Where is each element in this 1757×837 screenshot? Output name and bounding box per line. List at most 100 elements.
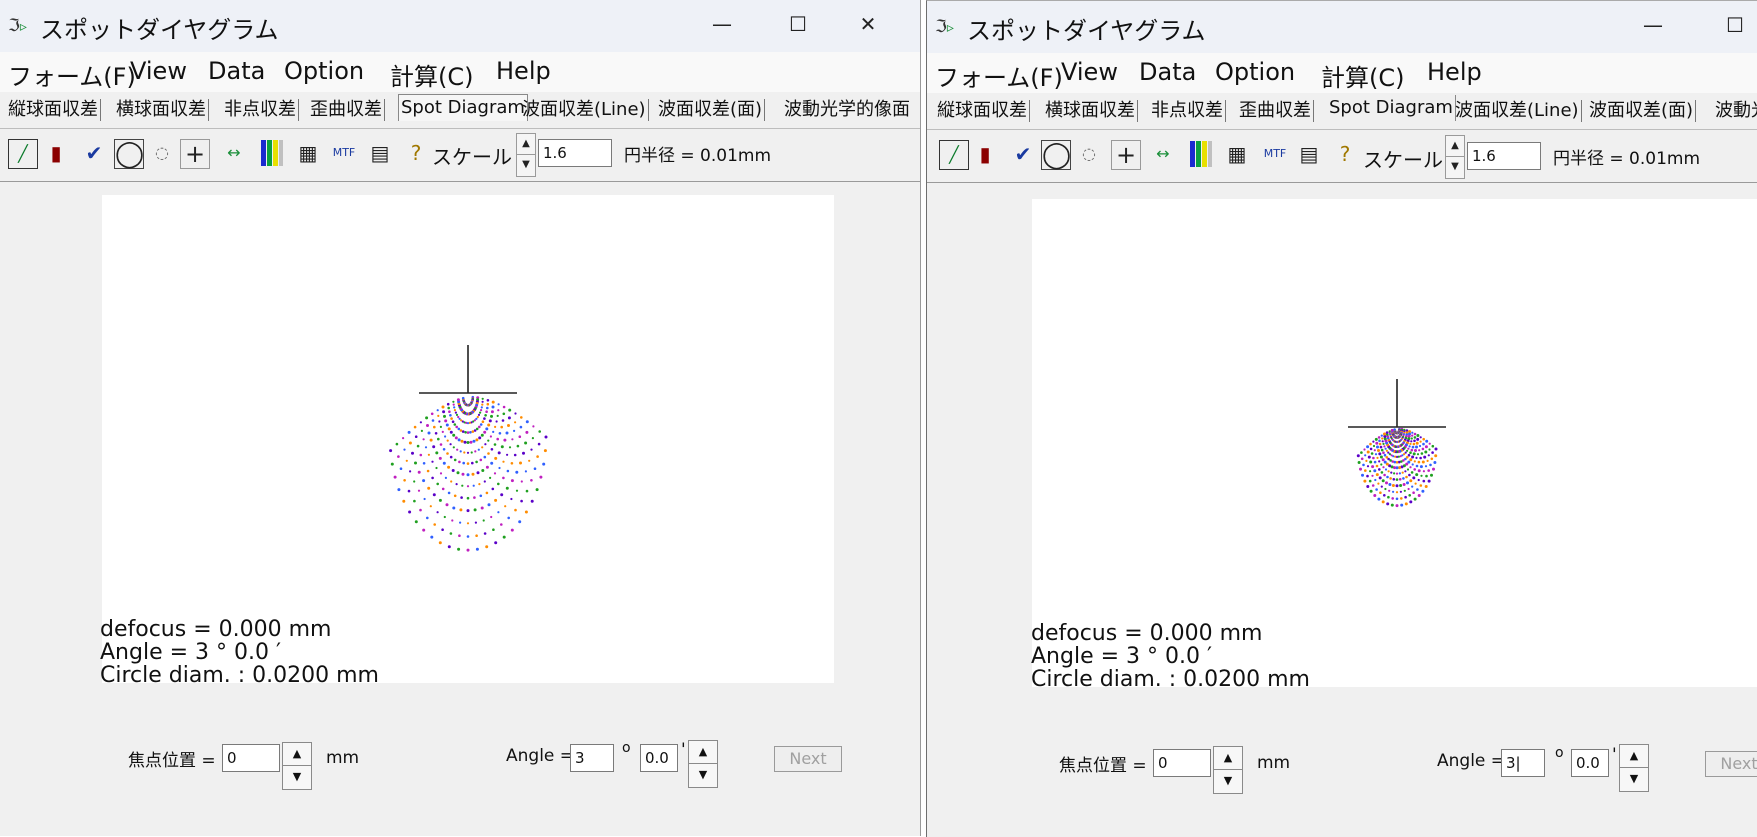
spot-point <box>505 431 509 435</box>
focus-position-spinner[interactable]: ▲ ▼ <box>1213 746 1243 794</box>
pencil-check-icon[interactable]: ✔ <box>1009 140 1037 168</box>
angle-spinner[interactable]: ▲ ▼ <box>688 740 718 788</box>
scale-input[interactable] <box>1467 142 1541 170</box>
scale-spinner[interactable]: ▲ ▼ <box>1445 135 1465 179</box>
calculator-icon[interactable]: ▤ <box>366 139 394 167</box>
focus-position-input[interactable] <box>1153 749 1211 777</box>
mtf-icon[interactable]: MTF <box>1261 140 1289 168</box>
tab-wavefront-line[interactable]: 波面収差(Line) <box>1453 100 1582 122</box>
spot-point <box>514 421 517 424</box>
maximize-button[interactable]: ☐ <box>776 6 820 42</box>
tab-astigmatism[interactable]: 非点収差 <box>222 99 299 121</box>
tab-wavefront-surface[interactable]: 波面収差(面) <box>1587 100 1697 122</box>
tab-transverse-spherical[interactable]: 横球面収差 <box>114 99 209 121</box>
menu-view[interactable]: View <box>130 57 187 85</box>
angle-degree-input[interactable] <box>570 744 614 772</box>
title-bar[interactable]: ℑ▹ スポットダイヤグラム — ☐ ✕ <box>0 0 920 52</box>
tab-wave-optical-image[interactable]: 波動光 <box>1713 100 1757 122</box>
spot-point <box>502 460 505 463</box>
small-circle-icon[interactable]: ◌ <box>148 139 176 167</box>
tab-distortion[interactable]: 歪曲収差 <box>308 99 385 121</box>
tab-longitudinal-spherical[interactable]: 縦球面収差 <box>935 100 1030 122</box>
spot-point <box>460 496 463 499</box>
menu-option[interactable]: Option <box>1215 58 1295 86</box>
spot-point <box>1427 454 1430 457</box>
tab-spot-diagram[interactable]: Spot Diagram <box>1327 95 1456 121</box>
tab-astigmatism[interactable]: 非点収差 <box>1149 100 1226 122</box>
spot-point <box>544 435 548 439</box>
menu-option[interactable]: Option <box>284 57 364 85</box>
spot-point <box>1394 455 1397 458</box>
angle-readout: Angle = 3 ° 0.0 ′ <box>1031 644 1212 669</box>
small-circle-icon[interactable]: ◌ <box>1075 140 1103 168</box>
menu-help[interactable]: Help <box>496 57 551 85</box>
angle-degree-input[interactable] <box>1501 749 1545 777</box>
spot-point <box>481 400 484 403</box>
spot-point <box>479 411 482 414</box>
menu-form[interactable]: フォーム(F) <box>935 58 1063 93</box>
menu-form[interactable]: フォーム(F) <box>8 57 136 92</box>
spot-point <box>497 403 500 406</box>
grid-icon[interactable]: ▦ <box>294 139 322 167</box>
next-button[interactable]: Next <box>1705 751 1757 777</box>
menu-data[interactable]: Data <box>208 57 265 85</box>
focus-position-input[interactable] <box>222 744 280 772</box>
book-icon[interactable]: ▮ <box>42 139 70 167</box>
spot-point <box>434 432 438 435</box>
large-circle-icon[interactable]: ◯ <box>1041 140 1071 170</box>
aberration-graph-icon[interactable]: ╱ <box>939 140 969 170</box>
tab-transverse-spherical[interactable]: 横球面収差 <box>1043 100 1138 122</box>
defocus-readout: defocus = 0.000 mm <box>1031 621 1263 646</box>
book-icon[interactable]: ▮ <box>971 140 999 168</box>
tab-wave-optical-image[interactable]: 波動光学的像面 <box>782 99 912 121</box>
spot-point <box>1406 481 1409 485</box>
spot-point <box>479 494 483 498</box>
title-bar[interactable]: ℑ▹ スポットダイヤグラム — ☐ <box>927 1 1757 53</box>
menu-calc[interactable]: 計算(C) <box>390 57 473 92</box>
scale-label: スケール <box>1363 148 1443 172</box>
help-icon[interactable]: ? <box>402 139 430 167</box>
large-circle-icon[interactable]: ◯ <box>114 139 144 169</box>
color-bars-icon[interactable] <box>258 139 286 167</box>
crosshair-icon[interactable]: + <box>1111 140 1141 170</box>
tab-wavefront-line[interactable]: 波面収差(Line) <box>520 99 649 121</box>
menu-data[interactable]: Data <box>1139 58 1196 86</box>
minimize-button[interactable]: — <box>1631 7 1675 43</box>
menu-calc[interactable]: 計算(C) <box>1321 58 1404 93</box>
focus-position-spinner[interactable]: ▲ ▼ <box>282 742 312 790</box>
scale-input[interactable] <box>538 139 612 167</box>
spot-point <box>432 493 436 497</box>
tab-wavefront-surface[interactable]: 波面収差(面) <box>656 99 766 121</box>
maximize-button[interactable]: ☐ <box>1713 7 1757 43</box>
aberration-graph-icon[interactable]: ╱ <box>8 139 38 169</box>
spot-point <box>427 453 430 456</box>
lens-arrows-icon[interactable]: ↔ <box>1149 140 1177 168</box>
crosshair-icon[interactable]: + <box>180 139 210 169</box>
spot-point <box>1385 449 1388 452</box>
tab-longitudinal-spherical[interactable]: 縦球面収差 <box>6 99 101 121</box>
spot-point <box>484 414 487 417</box>
angle-minutes-input[interactable] <box>640 744 678 772</box>
minimize-button[interactable]: — <box>700 6 744 42</box>
angle-minutes-input[interactable] <box>1571 749 1609 777</box>
menu-view[interactable]: View <box>1061 58 1118 86</box>
lens-arrows-icon[interactable]: ↔ <box>220 139 248 167</box>
spot-point <box>1415 464 1419 468</box>
pencil-check-icon[interactable]: ✔ <box>80 139 108 167</box>
spot-point <box>1431 444 1435 448</box>
spot-point <box>435 451 439 455</box>
color-bars-icon[interactable] <box>1187 140 1215 168</box>
tab-spot-diagram[interactable]: Spot Diagram <box>398 94 528 121</box>
scale-spinner[interactable]: ▲ ▼ <box>516 133 536 177</box>
close-button[interactable]: ✕ <box>846 6 890 42</box>
next-button[interactable]: Next <box>774 746 842 772</box>
grid-icon[interactable]: ▦ <box>1223 140 1251 168</box>
calculator-icon[interactable]: ▤ <box>1295 140 1323 168</box>
spot-point <box>471 472 475 476</box>
help-icon[interactable]: ? <box>1331 140 1359 168</box>
menu-help[interactable]: Help <box>1427 58 1482 86</box>
angle-spinner[interactable]: ▲ ▼ <box>1619 744 1649 792</box>
mtf-icon[interactable]: MTF <box>330 139 358 167</box>
spot-point <box>500 425 504 429</box>
tab-distortion[interactable]: 歪曲収差 <box>1237 100 1314 122</box>
